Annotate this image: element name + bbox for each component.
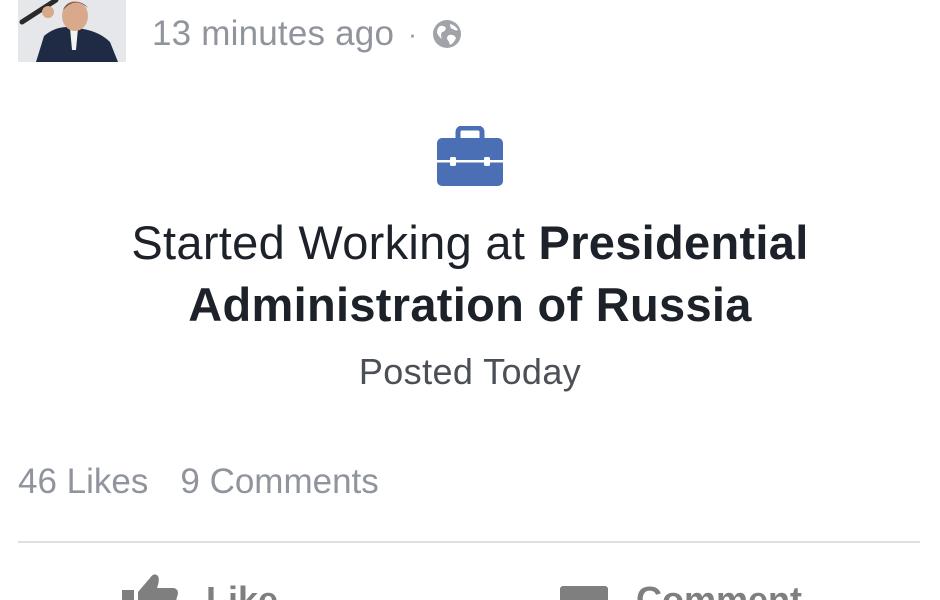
comment-button[interactable]: Comment bbox=[560, 570, 802, 600]
like-button[interactable]: Like bbox=[118, 570, 278, 600]
engagement-counts: 46 Likes 9 Comments bbox=[18, 462, 379, 502]
comments-count[interactable]: 9 Comments bbox=[180, 462, 378, 502]
post-timestamp[interactable]: 13 minutes ago bbox=[152, 14, 394, 54]
like-label: Like bbox=[206, 579, 279, 600]
life-event-date: Posted Today bbox=[358, 351, 582, 392]
action-bar: Like Comment bbox=[0, 570, 940, 600]
meta-separator: · bbox=[408, 18, 417, 49]
comment-icon bbox=[560, 570, 610, 600]
likes-count[interactable]: 46 Likes bbox=[18, 462, 148, 502]
globe-icon[interactable] bbox=[431, 18, 463, 50]
avatar[interactable] bbox=[18, 0, 126, 62]
divider bbox=[18, 541, 920, 543]
briefcase-icon bbox=[0, 126, 940, 188]
life-event-title: Started Working at Presidential Administ… bbox=[70, 212, 870, 336]
post-card: 13 minutes ago · Started Working at Pres… bbox=[0, 0, 940, 600]
comment-label: Comment bbox=[636, 579, 803, 600]
life-event-prefix: Started Working at bbox=[131, 216, 526, 269]
thumbs-up-icon bbox=[118, 570, 180, 600]
avatar-photo bbox=[18, 0, 126, 62]
life-event[interactable]: Started Working at Presidential Administ… bbox=[0, 126, 940, 394]
post-meta: 13 minutes ago · bbox=[152, 12, 463, 56]
